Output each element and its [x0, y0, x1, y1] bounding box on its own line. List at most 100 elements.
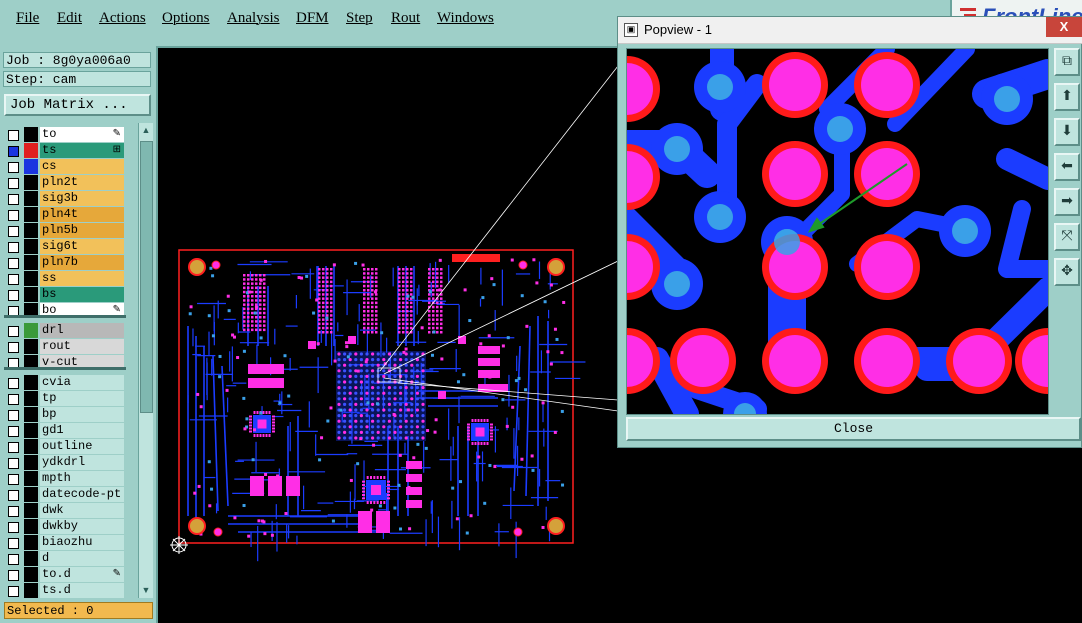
- layer-row-dwk[interactable]: dwk: [4, 503, 126, 519]
- layer-color-swatch[interactable]: [24, 423, 38, 438]
- layer-name[interactable]: ts.d: [40, 583, 124, 598]
- layer-row-pln2t[interactable]: pln2t: [4, 175, 126, 191]
- layer-color-swatch[interactable]: [24, 535, 38, 550]
- layer-name[interactable]: pln7b: [40, 255, 124, 270]
- layer-checkbox[interactable]: [8, 522, 19, 533]
- layer-name[interactable]: bs: [40, 287, 124, 302]
- layer-color-swatch[interactable]: [24, 223, 38, 238]
- window-close-button[interactable]: X: [1046, 17, 1082, 37]
- layer-row-rout[interactable]: rout: [4, 339, 126, 355]
- scrollbar-thumb[interactable]: [140, 141, 153, 413]
- menu-analysis[interactable]: Analysis: [227, 10, 280, 27]
- layer-checkbox[interactable]: [8, 290, 19, 301]
- layer-color-swatch[interactable]: [24, 487, 38, 502]
- layer-row-cvia[interactable]: cvia: [4, 375, 126, 391]
- pan-right-icon[interactable]: ➡: [1054, 188, 1080, 216]
- layer-name[interactable]: outline: [40, 439, 124, 454]
- scroll-up-icon[interactable]: ▲: [139, 123, 153, 137]
- popview-close-button[interactable]: Close: [626, 417, 1081, 441]
- layer-color-swatch[interactable]: [24, 503, 38, 518]
- layer-name[interactable]: ts ⊞: [40, 143, 124, 158]
- pan-left-icon[interactable]: ⬅: [1054, 153, 1080, 181]
- layer-checkbox[interactable]: [8, 326, 19, 337]
- layer-name[interactable]: dwkby: [40, 519, 124, 534]
- layer-checkbox[interactable]: [8, 130, 19, 141]
- layer-row-sig3b[interactable]: sig3b: [4, 191, 126, 207]
- layer-name[interactable]: datecode-pt: [40, 487, 124, 502]
- layer-name[interactable]: d: [40, 551, 124, 566]
- layer-checkbox[interactable]: [8, 538, 19, 549]
- layer-checkbox[interactable]: [8, 194, 19, 205]
- layer-checkbox[interactable]: [8, 162, 19, 173]
- layer-row-tp[interactable]: tp: [4, 391, 126, 407]
- graphics-canvas[interactable]: [158, 46, 618, 623]
- layer-row-to.d[interactable]: to.d ✎: [4, 567, 126, 583]
- layer-checkbox[interactable]: [8, 458, 19, 469]
- layer-color-swatch[interactable]: [24, 271, 38, 286]
- layer-color-swatch[interactable]: [24, 439, 38, 454]
- layer-checkbox[interactable]: [8, 570, 19, 581]
- layer-color-swatch[interactable]: [24, 143, 38, 158]
- menu-file[interactable]: File: [16, 10, 39, 27]
- popview-canvas[interactable]: [626, 48, 1049, 415]
- layer-checkbox[interactable]: [8, 226, 19, 237]
- menu-edit[interactable]: Edit: [57, 10, 82, 27]
- layer-row-dwkby[interactable]: dwkby: [4, 519, 126, 535]
- layer-checkbox[interactable]: [8, 242, 19, 253]
- layer-name[interactable]: drl: [40, 323, 124, 338]
- layer-name[interactable]: cs: [40, 159, 124, 174]
- layer-row-outline[interactable]: outline: [4, 439, 126, 455]
- layer-row-datecode-pt[interactable]: datecode-pt: [4, 487, 126, 503]
- layer-checkbox[interactable]: [8, 178, 19, 189]
- layer-color-swatch[interactable]: [24, 207, 38, 222]
- layer-color-swatch[interactable]: [24, 127, 38, 142]
- layer-name[interactable]: ss: [40, 271, 124, 286]
- layer-name[interactable]: pln4t: [40, 207, 124, 222]
- menu-dfm[interactable]: DFM: [296, 10, 329, 27]
- layer-row-gd1[interactable]: gd1: [4, 423, 126, 439]
- zoom-fit-icon[interactable]: ⧉: [1054, 48, 1080, 76]
- layer-checkbox[interactable]: [8, 426, 19, 437]
- layer-color-swatch[interactable]: [24, 287, 38, 302]
- layer-color-swatch[interactable]: [24, 339, 38, 354]
- layer-name[interactable]: rout: [40, 339, 124, 354]
- layer-row-bp[interactable]: bp: [4, 407, 126, 423]
- layer-color-swatch[interactable]: [24, 159, 38, 174]
- layer-name[interactable]: tp: [40, 391, 124, 406]
- zoom-in-icon[interactable]: ⤧: [1054, 223, 1080, 251]
- layer-row-pln4t[interactable]: pln4t: [4, 207, 126, 223]
- layer-row-bs[interactable]: bs: [4, 287, 126, 303]
- menu-actions[interactable]: Actions: [99, 10, 146, 27]
- layer-name[interactable]: sig6t: [40, 239, 124, 254]
- layer-row-d[interactable]: d: [4, 551, 126, 567]
- layer-name[interactable]: biaozhu: [40, 535, 124, 550]
- layer-checkbox[interactable]: [8, 442, 19, 453]
- popview-titlebar[interactable]: ▣ Popview - 1: [618, 17, 1082, 44]
- layer-name[interactable]: mpth: [40, 471, 124, 486]
- layer-name[interactable]: sig3b: [40, 191, 124, 206]
- menu-options[interactable]: Options: [162, 10, 210, 27]
- layer-name[interactable]: to.d ✎: [40, 567, 124, 582]
- layer-name[interactable]: dwk: [40, 503, 124, 518]
- layer-name[interactable]: to ✎: [40, 127, 124, 142]
- layer-color-swatch[interactable]: [24, 391, 38, 406]
- layer-checkbox[interactable]: [8, 394, 19, 405]
- layer-checkbox[interactable]: [8, 490, 19, 501]
- layer-row-ts[interactable]: ts ⊞: [4, 143, 126, 159]
- layer-checkbox[interactable]: [8, 378, 19, 389]
- layer-color-swatch[interactable]: [24, 375, 38, 390]
- layer-list-scrollbar[interactable]: ▲ ▼: [138, 123, 153, 598]
- layer-color-swatch[interactable]: [24, 455, 38, 470]
- menu-step[interactable]: Step: [346, 10, 373, 27]
- layer-row-cs[interactable]: cs: [4, 159, 126, 175]
- layer-row-ss[interactable]: ss: [4, 271, 126, 287]
- layer-color-swatch[interactable]: [24, 255, 38, 270]
- layer-checkbox[interactable]: [8, 586, 19, 597]
- layer-checkbox[interactable]: [8, 342, 19, 353]
- layer-color-swatch[interactable]: [24, 551, 38, 566]
- layer-color-swatch[interactable]: [24, 471, 38, 486]
- layer-row-biaozhu[interactable]: biaozhu: [4, 535, 126, 551]
- menu-windows[interactable]: Windows: [437, 10, 494, 27]
- menu-rout[interactable]: Rout: [391, 10, 420, 27]
- layer-row-pln7b[interactable]: pln7b: [4, 255, 126, 271]
